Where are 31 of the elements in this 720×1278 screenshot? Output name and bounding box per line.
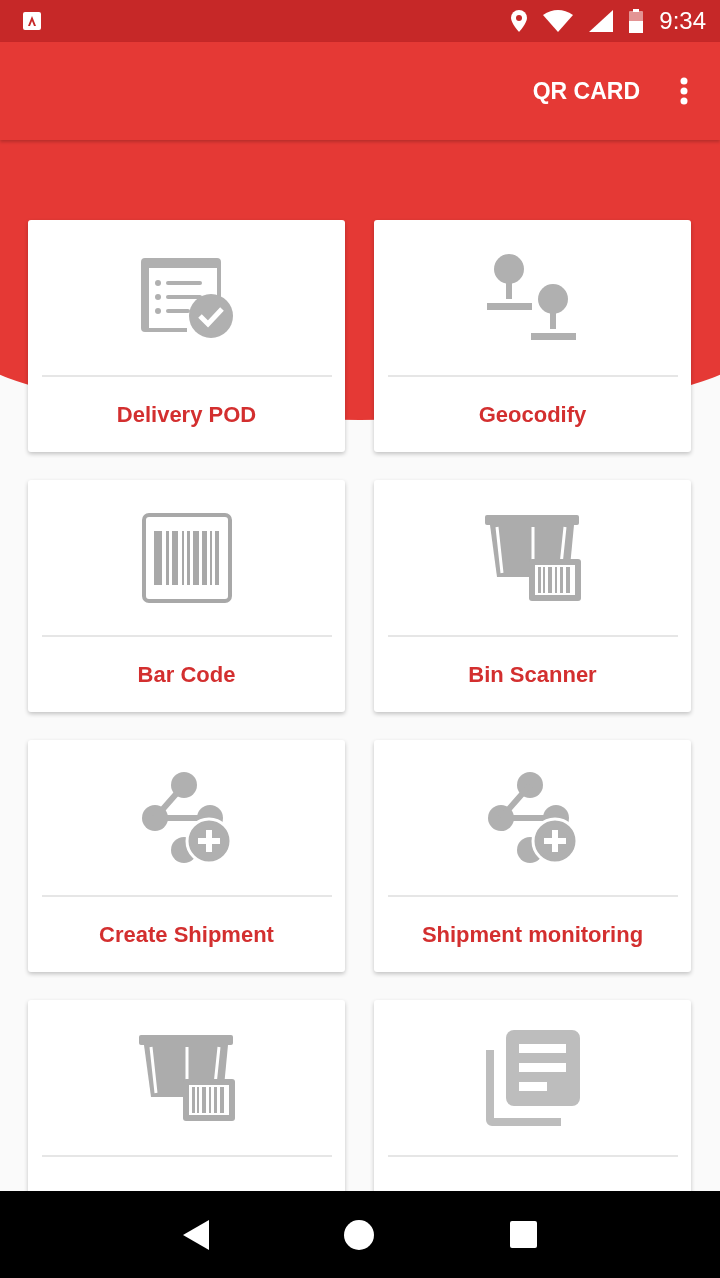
- menu-card[interactable]: Shipment monitoring: [374, 740, 691, 972]
- menu-card[interactable]: Delivery POD: [28, 220, 345, 452]
- share-add-icon: [487, 771, 578, 864]
- qr-card-button[interactable]: QR CARD: [528, 71, 644, 111]
- menu-card[interactable]: Bar Code: [28, 480, 345, 712]
- signal-icon: [589, 10, 614, 32]
- barcode-icon: [141, 512, 232, 603]
- menu-card[interactable]: Create Shipment: [28, 740, 345, 972]
- menu-card[interactable]: Bin Scanner: [374, 480, 691, 712]
- battery-icon: [629, 9, 644, 33]
- card-label: Bar Code: [137, 661, 236, 688]
- more-options-icon[interactable]: [680, 77, 688, 105]
- menu-card[interactable]: Geocodify: [374, 220, 691, 452]
- recents-icon[interactable]: [510, 1221, 538, 1248]
- pins-icon: [486, 252, 579, 343]
- clock-time: 9:34: [659, 7, 706, 35]
- app-notification-icon: [22, 11, 42, 31]
- card-label: Bin Scanner: [468, 661, 597, 688]
- wifi-icon: [543, 10, 574, 32]
- bin-barcode-icon: [138, 1034, 235, 1121]
- card-label: Delivery POD: [116, 401, 257, 428]
- share-add-icon: [141, 771, 232, 864]
- checklist-icon: [140, 257, 233, 338]
- location-icon: [511, 10, 528, 32]
- home-icon[interactable]: [344, 1219, 375, 1250]
- card-label: Create Shipment: [99, 921, 274, 948]
- back-icon[interactable]: [182, 1219, 209, 1250]
- bin-barcode-icon: [484, 514, 581, 601]
- documents-icon: [485, 1029, 580, 1126]
- card-label: Geocodify: [478, 401, 587, 428]
- card-label: Shipment monitoring: [421, 921, 644, 948]
